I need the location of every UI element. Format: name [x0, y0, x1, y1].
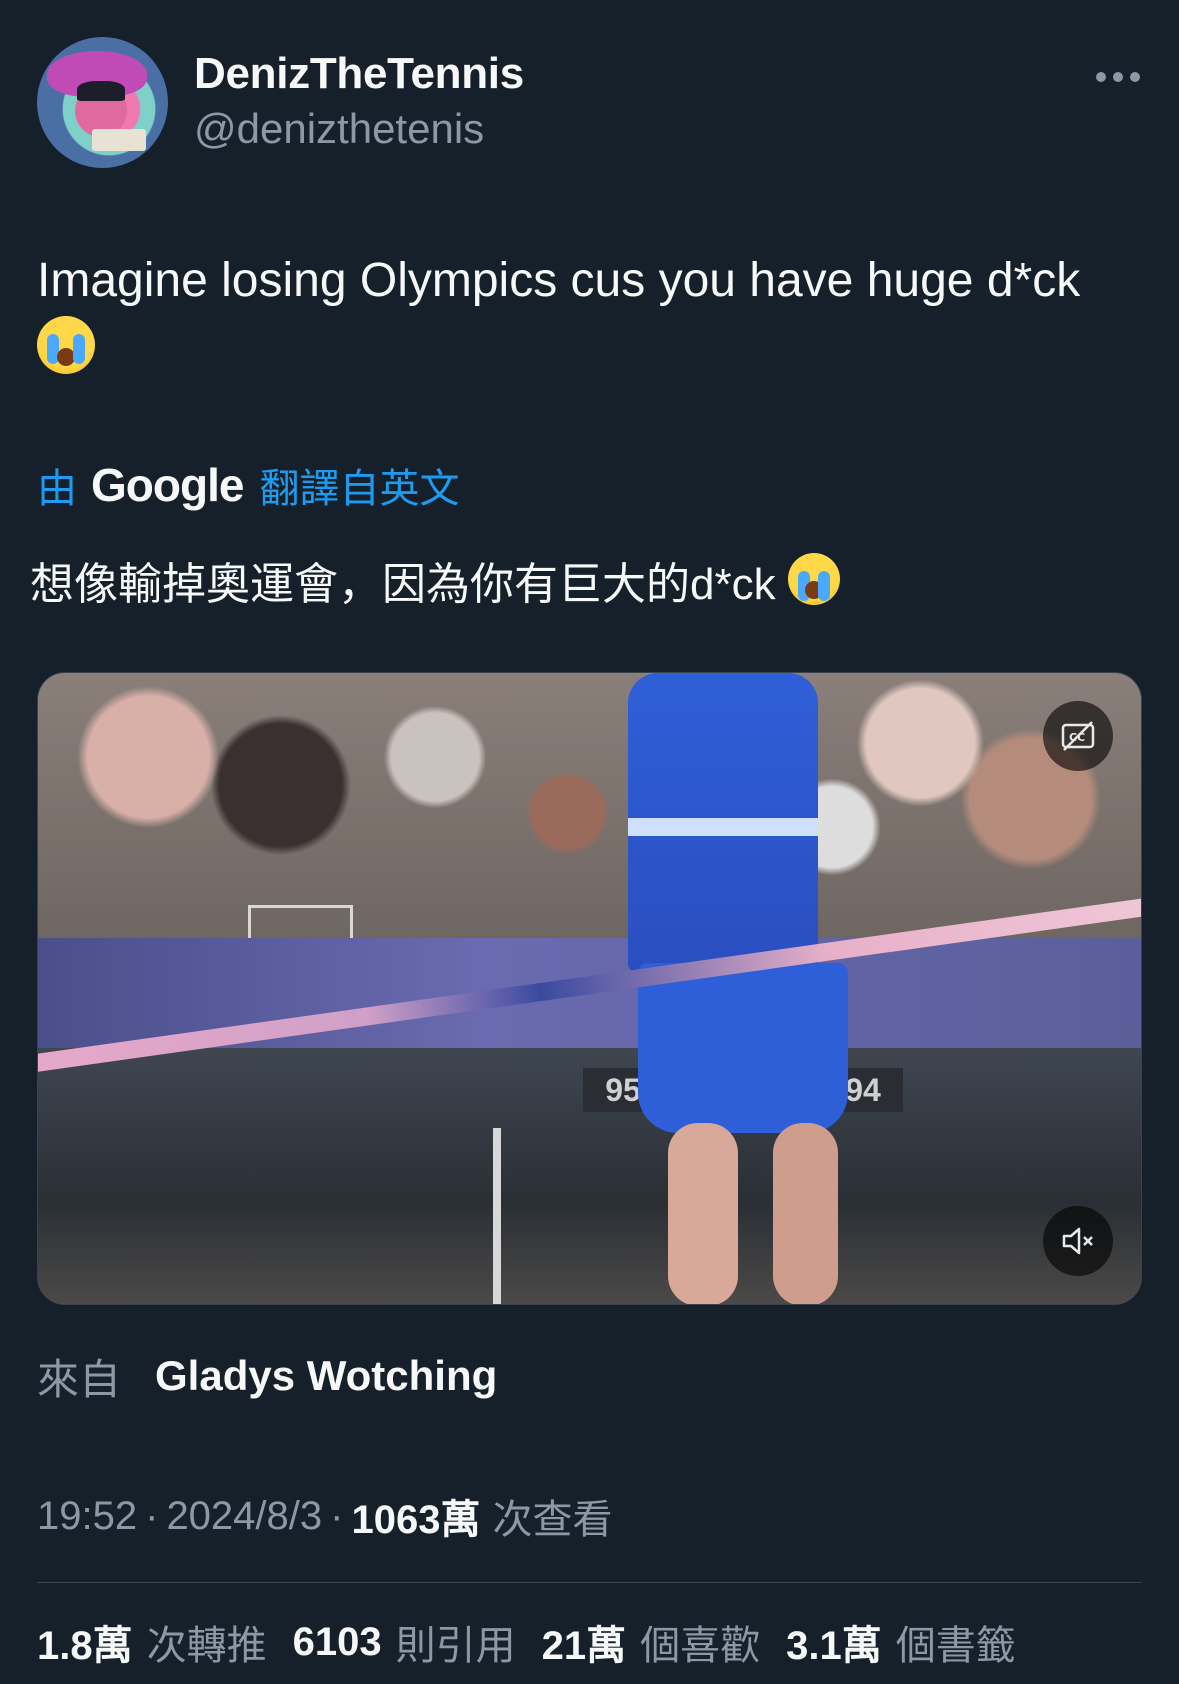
views-count: 1063萬	[351, 1498, 481, 1542]
author-handle[interactable]: @denizthetenis	[194, 105, 484, 153]
stat-count: 21萬	[541, 1624, 627, 1668]
engagement-stats: 1.8萬 次轉推 6103 則引用 21萬 個喜歡 3.1萬 個書籤	[37, 1612, 1042, 1672]
stat-label: 個書籤	[895, 1624, 1016, 1668]
quotes-stat[interactable]: 6103 則引用	[293, 1613, 516, 1671]
avatar-hair-shape	[77, 81, 125, 101]
tweet-header: DenizTheTennis @denizthetenis	[37, 37, 1142, 171]
more-options-icon[interactable]	[1096, 67, 1140, 87]
author-display-name[interactable]: DenizTheTennis	[194, 49, 524, 99]
translation-attribution[interactable]: 由 Google 翻譯自英文	[37, 455, 459, 515]
separator-dot: ·	[145, 1493, 159, 1538]
tweet-metadata: 19:52 · 2024/8/3 · 1063萬 次查看	[37, 1486, 612, 1546]
video-player[interactable]: 95 94 CC	[37, 672, 1142, 1305]
more-dot	[1113, 72, 1123, 82]
video-post	[493, 1128, 501, 1304]
tweet-text: Imagine losing Olympics cus you have hug…	[37, 246, 1147, 388]
athlete-stripe	[628, 818, 818, 836]
stat-label: 則引用	[395, 1624, 516, 1668]
retweets-stat[interactable]: 1.8萬 次轉推	[37, 1613, 267, 1671]
more-dot	[1096, 72, 1106, 82]
tweet-time[interactable]: 19:52	[37, 1494, 137, 1539]
translated-by-label: 由	[37, 467, 77, 511]
volume-muted-icon[interactable]	[1043, 1206, 1113, 1276]
google-logo: Google	[91, 459, 244, 511]
video-crowd-background	[38, 673, 1141, 953]
avatar-box-shape	[92, 129, 146, 151]
loudly-crying-emoji-icon	[37, 316, 95, 374]
tweet-body: Imagine losing Olympics cus you have hug…	[37, 254, 1081, 307]
separator-dot: ·	[330, 1493, 344, 1538]
stat-count: 3.1萬	[786, 1624, 882, 1668]
video-source: 來自 Gladys Wotching	[37, 1346, 497, 1406]
stat-label: 次轉推	[146, 1624, 267, 1668]
divider	[37, 1582, 1142, 1583]
athlete-leg	[668, 1123, 738, 1304]
source-account-link[interactable]: Gladys Wotching	[155, 1352, 497, 1400]
bookmarks-stat[interactable]: 3.1萬 個書籤	[786, 1613, 1016, 1671]
stat-count: 1.8萬	[37, 1624, 133, 1668]
stat-count: 6103	[292, 1619, 382, 1664]
athlete-shorts	[638, 963, 848, 1133]
translated-body: 想像輸掉奧運會，因為你有巨大的d*ck	[30, 560, 776, 609]
source-prefix: 來自	[37, 1355, 122, 1403]
tweet-date[interactable]: 2024/8/3	[166, 1494, 322, 1539]
likes-stat[interactable]: 21萬 個喜歡	[542, 1613, 761, 1671]
translated-from-label[interactable]: 翻譯自英文	[259, 456, 459, 514]
video-athlete	[628, 673, 858, 1304]
captions-off-icon[interactable]: CC	[1043, 701, 1113, 771]
loudly-crying-emoji-icon	[787, 553, 840, 605]
athlete-leg	[773, 1123, 838, 1304]
views-label: 次查看	[492, 1498, 613, 1542]
stat-label: 個喜歡	[640, 1624, 761, 1668]
more-dot	[1130, 72, 1140, 82]
translated-tweet-text: 想像輸掉奧運會，因為你有巨大的d*ck	[30, 553, 1140, 615]
avatar[interactable]	[37, 37, 168, 168]
